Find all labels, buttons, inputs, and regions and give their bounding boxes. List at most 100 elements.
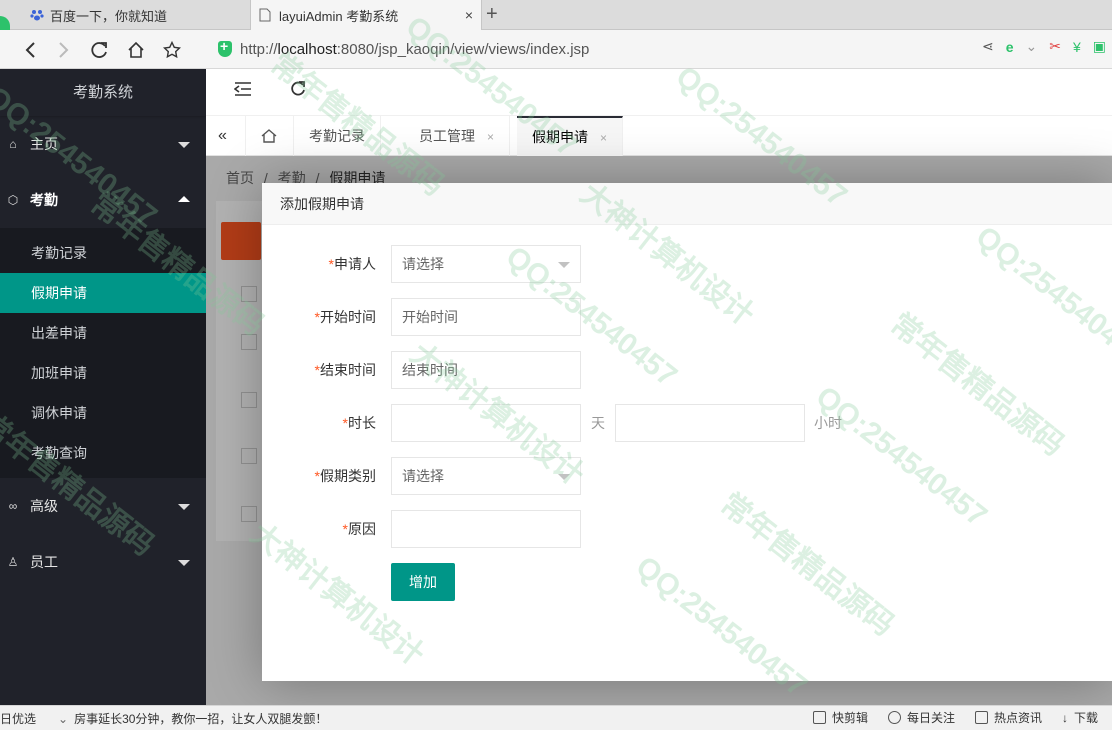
sidebar-group-label: 员工	[30, 554, 58, 570]
tab-home[interactable]	[246, 116, 294, 156]
home-icon: ⌂	[9, 137, 17, 151]
collapse-menu-icon[interactable]	[233, 81, 252, 102]
tab-label: 假期申请	[532, 129, 588, 145]
app-logo: 考勤系统	[0, 69, 206, 116]
news-ticker[interactable]: ⌄ 房事延长30分钟，教你一招，让女人双腿发颤！	[58, 710, 327, 727]
news-icon	[974, 711, 988, 724]
reason-input[interactable]	[391, 510, 581, 548]
extension-icon[interactable]: ▣	[1093, 38, 1106, 55]
leave-type-label: *假期类别	[314, 468, 376, 484]
duration-hours-input[interactable]	[615, 404, 805, 442]
daily-follow-item[interactable]: 每日关注	[887, 709, 955, 726]
sidebar-group-label: 主页	[30, 136, 58, 152]
tab-leave-request[interactable]: 假期申请 ×	[517, 116, 624, 156]
sidebar: 考勤系统 ⌂ 主页 ⬡ 考勤 考勤记录 假期申请 出差申请 加班申请 调休申请 …	[0, 69, 206, 705]
leave-type-select[interactable]: 请选择	[391, 457, 581, 495]
sidebar-group-home[interactable]: ⌂ 主页	[0, 116, 206, 172]
tab-employee-management[interactable]: 员工管理 ×	[404, 116, 511, 156]
applicant-row: *申请人 请选择	[262, 245, 1112, 283]
add-leave-dialog: 添加假期申请 *申请人 请选择 *开始时间 开始时间 *结束时间 结束时间 *时…	[262, 183, 1112, 681]
url-prefix: http://	[240, 40, 278, 58]
applicant-label: *申请人	[328, 256, 376, 272]
tab-attendance-records[interactable]: 考勤记录	[294, 116, 381, 156]
quick-edit-item[interactable]: 快剪辑	[812, 709, 868, 726]
baidu-paw-icon	[30, 8, 44, 22]
payment-icon[interactable]: ¥	[1073, 39, 1081, 55]
download-item[interactable]: ↓ 下载	[1062, 709, 1098, 726]
duration-row: *时长 天 小时	[262, 404, 1112, 442]
cube-icon: ⬡	[7, 193, 19, 207]
bookmark-star-icon[interactable]	[160, 38, 184, 62]
sidebar-item-overtime[interactable]: 加班申请	[0, 353, 206, 393]
url-host: localhost	[277, 40, 337, 58]
browser-toolbar-right: ⋖ e ⌄ ✂ ¥ ▣	[982, 38, 1112, 55]
chevron-down-icon[interactable]: ⌄	[1026, 38, 1038, 55]
sidebar-group-employee[interactable]: ♙ 员工	[0, 534, 206, 590]
close-tab-icon[interactable]: ×	[487, 130, 494, 144]
browser-tab-strip: 百度一下，你就知道 layuiAdmin 考勤系统 × +	[0, 0, 1112, 30]
chevron-down-icon: ⌄	[58, 712, 69, 726]
page-icon	[259, 8, 273, 22]
tab-label: 考勤记录	[309, 128, 365, 144]
chevron-up-icon	[178, 196, 190, 202]
start-time-input[interactable]: 开始时间	[391, 298, 581, 336]
applicant-select[interactable]: 请选择	[391, 245, 581, 283]
sidebar-group-attendance[interactable]: ⬡ 考勤	[0, 172, 206, 228]
browser-status-bar: 日优选 ⌄ 房事延长30分钟，教你一招，让女人双腿发颤！ 快剪辑 每日关注 热点资…	[0, 705, 1112, 730]
address-bar: http://localhost:8080/jsp_kaoqin/view/vi…	[0, 30, 1112, 69]
new-tab-button[interactable]: +	[486, 4, 498, 24]
page-tabs: « 考勤记录 员工管理 × 假期申请 ×	[206, 116, 1112, 156]
admin-header	[206, 69, 1112, 116]
duration-days-input[interactable]	[391, 404, 581, 442]
duration-label: *时长	[342, 415, 376, 431]
browser-tab-layui[interactable]: layuiAdmin 考勤系统 ×	[250, 0, 482, 30]
download-icon: ↓	[1061, 711, 1068, 725]
sidebar-subnav: 考勤记录 假期申请 出差申请 加班申请 调休申请 考勤查询	[0, 228, 206, 478]
start-time-row: *开始时间 开始时间	[262, 298, 1112, 336]
chevron-down-icon	[178, 142, 190, 148]
tabs-scroll-left-icon[interactable]: «	[206, 116, 246, 156]
sidebar-group-label: 考勤	[30, 192, 58, 208]
end-time-label: *结束时间	[314, 362, 376, 378]
end-time-row: *结束时间 结束时间	[262, 351, 1112, 389]
add-button[interactable]: 增加	[391, 563, 455, 601]
leave-type-row: *假期类别 请选择	[262, 457, 1112, 495]
home-icon[interactable]	[124, 38, 148, 62]
user-icon: ♙	[7, 555, 19, 569]
sidebar-group-label: 高级	[30, 498, 58, 514]
end-time-input[interactable]: 结束时间	[391, 351, 581, 389]
sidebar-item-attendance-query[interactable]: 考勤查询	[0, 433, 206, 473]
reload-icon[interactable]	[88, 38, 112, 62]
ie-mode-icon[interactable]: e	[1006, 39, 1014, 55]
dialog-title: 添加假期申请	[262, 183, 1112, 225]
scissors-icon[interactable]: ✂	[1049, 38, 1061, 55]
sidebar-group-advanced[interactable]: ∞ 高级	[0, 478, 206, 534]
refresh-icon[interactable]	[290, 81, 306, 102]
hours-unit: 小时	[814, 415, 842, 431]
reason-row: *原因	[262, 510, 1112, 548]
hot-news-item[interactable]: 热点资讯	[974, 709, 1042, 726]
days-unit: 天	[591, 415, 605, 431]
forward-icon[interactable]	[52, 38, 76, 62]
video-icon	[812, 711, 826, 724]
sidebar-item-time-off[interactable]: 调休申请	[0, 393, 206, 433]
sidebar-item-business-trip[interactable]: 出差申请	[0, 313, 206, 353]
close-tab-icon[interactable]: ×	[600, 131, 607, 145]
tab-label: 员工管理	[419, 128, 475, 144]
close-tab-icon[interactable]: ×	[465, 7, 473, 23]
sidebar-item-leave-request[interactable]: 假期申请	[0, 273, 206, 313]
share-icon[interactable]: ⋖	[982, 38, 994, 55]
secure-shield-icon	[218, 38, 232, 57]
infinity-icon: ∞	[8, 499, 18, 513]
browser-tab-title: 百度一下，你就知道	[50, 8, 168, 24]
chevron-down-icon	[178, 560, 190, 566]
url-field[interactable]: http://localhost:8080/jsp_kaoqin/view/vi…	[218, 36, 918, 62]
status-left-label[interactable]: 日优选	[0, 710, 36, 727]
reason-label: *原因	[342, 521, 376, 537]
browser-tab-baidu[interactable]: 百度一下，你就知道	[22, 0, 250, 30]
start-time-label: *开始时间	[314, 309, 376, 325]
sidebar-item-attendance-records[interactable]: 考勤记录	[0, 233, 206, 273]
back-icon[interactable]	[18, 38, 42, 62]
status-right-items: 快剪辑 每日关注 热点资讯 ↓ 下载	[812, 709, 1098, 726]
chevron-down-icon	[178, 504, 190, 510]
